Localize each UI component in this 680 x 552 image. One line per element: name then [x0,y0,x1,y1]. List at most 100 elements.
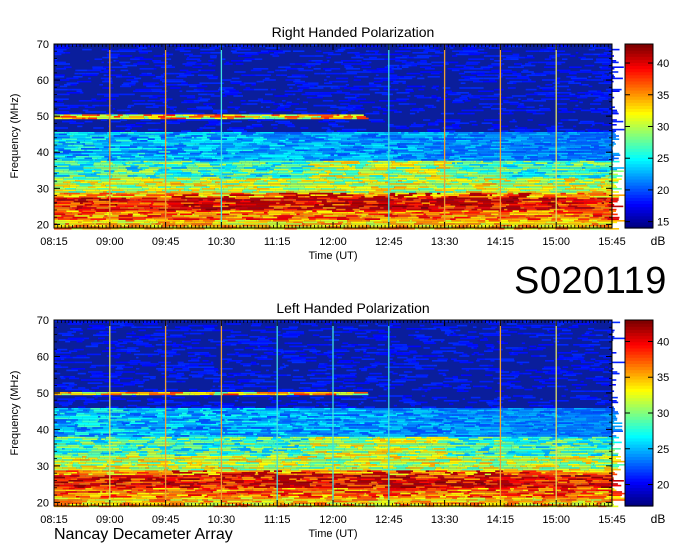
spectrogram-cell [589,45,596,48]
spectrogram-cell [76,170,84,172]
spectrogram-cell [558,138,561,140]
spectrogram-cell [118,200,128,203]
spectrogram-cell [525,50,539,52]
spectrogram-cell [284,192,298,195]
spectrogram-cell [573,197,578,200]
spectrogram-cell [581,146,590,148]
spectrogram-cell [181,205,189,208]
spectrogram-cell [313,181,327,184]
spectrogram-cell [537,152,553,155]
spectrogram-cell [429,204,436,206]
spectrogram-cell [592,124,595,126]
spectrogram-cell [76,205,83,208]
spectrogram-cell [244,53,259,56]
spectrogram-cell [511,218,524,220]
spectrogram-cell [129,148,143,150]
spectrogram-cell [480,170,497,172]
spectrogram-cell [232,143,244,145]
spectrogram-cell [550,210,554,212]
spectrogram-cell [594,122,605,124]
spectrogram-cell [556,132,564,134]
spectrogram-cell [396,149,409,152]
spectrogram-cell [96,152,112,155]
spectrogram-cell [175,112,191,115]
spectrogram-cell [337,48,346,51]
spectrogram-cell [454,207,466,209]
spectrogram-cell [464,200,478,203]
spectrogram-cell [556,221,569,224]
spectrogram-cell [505,175,513,177]
spectrogram-cell [469,164,480,166]
spectrogram-cell [449,146,466,148]
spectrogram-cell [518,104,525,107]
spectrogram-cell [444,204,451,206]
spectrogram-cell [336,186,352,188]
spectrogram-cell [198,159,209,161]
spectrogram-cell [183,116,190,118]
spectrogram-cell [459,168,467,171]
spectrogram-cell [84,104,89,107]
spectrogram-cell [65,188,76,190]
spectrogram-cell [293,221,303,224]
spectrogram-cell [454,162,458,164]
spectrogram-cell [274,52,278,54]
spectrogram-cell [537,168,552,171]
spectrogram-cell [592,191,604,193]
spectrogram-cell [535,133,551,136]
spectrogram-cell [424,199,435,201]
spectrogram-cell [559,50,566,52]
spectrogram-cell [190,152,202,155]
spectrogram-cell [421,202,430,204]
spectrogram-cell [465,138,476,140]
spectrogram-cell [431,95,437,97]
spectrogram-cell [513,184,527,187]
spectrogram-cell [314,55,324,57]
spectrogram-cell [69,122,73,124]
spectrogram-cell [118,172,127,174]
spectrogram-cell [436,141,441,144]
spectrogram-cell [274,152,284,155]
spectrogram-cell [294,152,307,155]
spectrogram-cell [479,154,494,156]
spectrogram-cell [254,170,270,172]
spectrogram-cell [494,223,500,225]
spectrogram-cell [80,164,94,166]
spectrogram-cell [584,136,597,139]
spectrogram-cell [346,216,360,219]
spectrogram-cell [233,117,242,120]
spectrogram-cell [209,55,217,57]
spectrogram-cell [533,205,542,208]
spectrogram-cell [196,180,207,182]
spectrogram-cell [282,159,287,161]
spectrogram-cell [573,164,584,166]
spectrogram-cell [223,196,229,198]
spectrogram-cell [589,197,595,200]
spectrogram-cell [229,92,242,94]
spectrogram-cell [516,106,527,108]
spectrogram-cell [467,215,478,217]
spectrogram-cell [567,170,580,172]
spectrogram-cell [461,210,469,212]
spectrogram-cell [92,68,102,70]
spectrogram-cell [306,210,313,212]
spectrogram-cell [294,148,304,150]
spectrogram-cell [572,175,582,177]
spectrogram-cell [56,180,67,182]
spectrogram-cell [212,109,228,112]
spectrogram-cell [593,210,609,212]
spectrogram-cell [290,186,305,188]
spectrogram-cell [223,157,230,160]
spectrogram-cell [252,210,269,212]
spectrogram-cell [174,72,185,75]
spectrogram-cell [321,127,330,129]
spectrogram-cell [540,141,544,144]
spectrogram-cell [454,189,467,192]
spectrogram-cell [507,82,513,84]
spectrogram-cell [189,157,200,160]
spectrogram-cell [269,170,273,172]
spectrogram-cell [374,52,378,54]
spectrogram-cell [224,167,234,169]
spectrogram-cell [334,148,341,150]
spectrogram-cell [326,152,330,155]
spectrogram-cell [591,109,604,112]
